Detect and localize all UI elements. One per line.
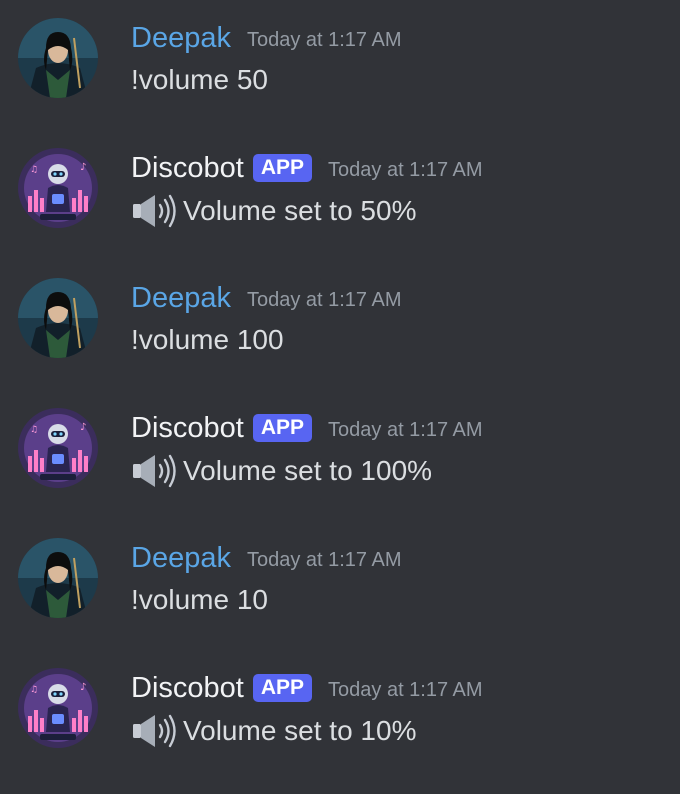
message-text: Volume set to 100%: [183, 455, 433, 486]
message-timestamp: Today at 1:17 AM: [246, 289, 402, 311]
bot-avatar-image: ♪ ♫: [18, 148, 98, 228]
message-author[interactable]: Deepak: [131, 540, 231, 576]
app-badge: APP: [252, 674, 313, 702]
message-item: Deepak Today at 1:17 AM !volume 10: [0, 520, 680, 618]
svg-text:♫: ♫: [30, 685, 38, 695]
svg-text:♫: ♫: [30, 165, 38, 175]
app-badge: APP: [252, 154, 313, 182]
bot-avatar-image: ♪ ♫: [18, 668, 98, 748]
user-avatar[interactable]: [18, 538, 98, 618]
speaker-icon: [131, 712, 177, 750]
user-avatar-image: [18, 18, 98, 98]
message-timestamp: Today at 1:17 AM: [328, 159, 483, 181]
message-item: ♪ ♫ Discobot APP Today at 1:17 AM Volume…: [0, 650, 680, 748]
message-timestamp: Today at 1:17 AM: [246, 549, 402, 571]
user-avatar-image: [18, 278, 98, 358]
message-item: Deepak Today at 1:17 AM !volume 50: [0, 0, 680, 98]
message-text: Volume set to 50%: [183, 195, 417, 226]
message-item: ♪ ♫ Discobot APP Today at 1:17 AM Volume…: [0, 130, 680, 228]
bot-avatar-image: ♪ ♫: [18, 408, 98, 488]
message-author[interactable]: Discobot: [131, 410, 244, 446]
bot-avatar[interactable]: ♪ ♫: [18, 148, 98, 228]
user-avatar-image: [18, 538, 98, 618]
message-author[interactable]: Deepak: [131, 20, 231, 56]
message-item: Deepak Today at 1:17 AM !volume 100: [0, 260, 680, 358]
message-text: !volume 50: [131, 64, 268, 95]
message-timestamp: Today at 1:17 AM: [328, 419, 483, 441]
message-author[interactable]: Discobot: [131, 150, 244, 186]
chat-message-list: Deepak Today at 1:17 AM !volume 50 ♪ ♫ D…: [0, 0, 680, 794]
bot-avatar[interactable]: ♪ ♫: [18, 408, 98, 488]
speaker-icon: [131, 192, 177, 230]
speaker-icon: [131, 452, 177, 490]
message-timestamp: Today at 1:17 AM: [328, 679, 483, 701]
message-timestamp: Today at 1:17 AM: [246, 29, 402, 51]
svg-text:♪: ♪: [80, 162, 86, 173]
bot-avatar[interactable]: ♪ ♫: [18, 668, 98, 748]
svg-text:♪: ♪: [80, 682, 86, 693]
user-avatar[interactable]: [18, 278, 98, 358]
app-badge: APP: [252, 414, 313, 442]
message-author[interactable]: Discobot: [131, 670, 244, 706]
message-text: !volume 100: [131, 324, 284, 355]
svg-text:♫: ♫: [30, 425, 38, 435]
message-text: Volume set to 10%: [183, 715, 417, 746]
svg-text:♪: ♪: [80, 422, 86, 433]
message-author[interactable]: Deepak: [131, 280, 231, 316]
message-text: !volume 10: [131, 584, 268, 615]
user-avatar[interactable]: [18, 18, 98, 98]
message-item: ♪ ♫ Discobot APP Today at 1:17 AM Volume…: [0, 390, 680, 488]
